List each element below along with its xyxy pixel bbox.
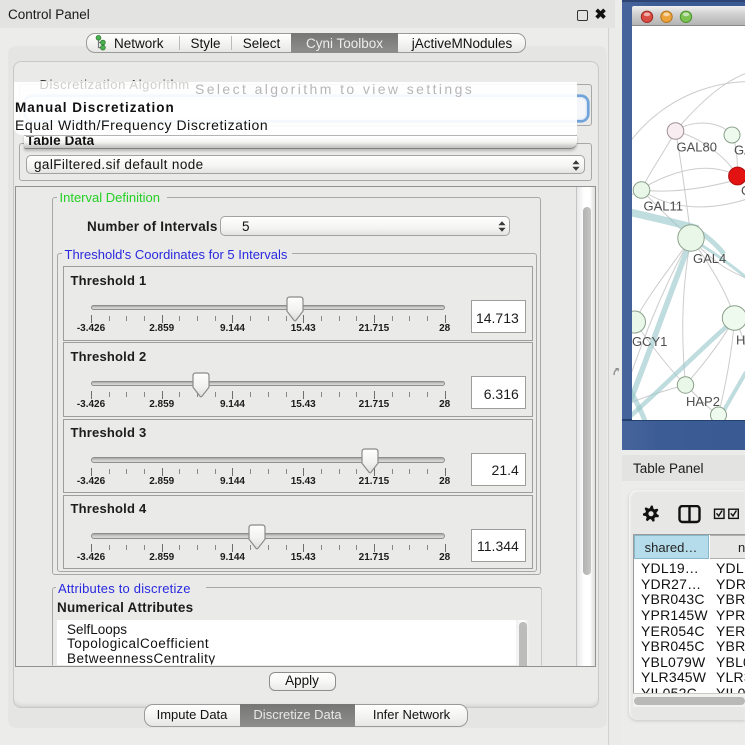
svg-text:H: H	[736, 333, 745, 348]
svg-text:GCY1: GCY1	[632, 334, 667, 349]
svg-text:GA: GA	[734, 143, 745, 158]
svg-text:GAL11: GAL11	[643, 199, 683, 214]
svg-text:C: C	[741, 183, 745, 198]
svg-text:GAL80: GAL80	[676, 140, 716, 155]
svg-text:GAL4: GAL4	[693, 251, 726, 266]
svg-text:HAP2: HAP2	[686, 394, 720, 409]
